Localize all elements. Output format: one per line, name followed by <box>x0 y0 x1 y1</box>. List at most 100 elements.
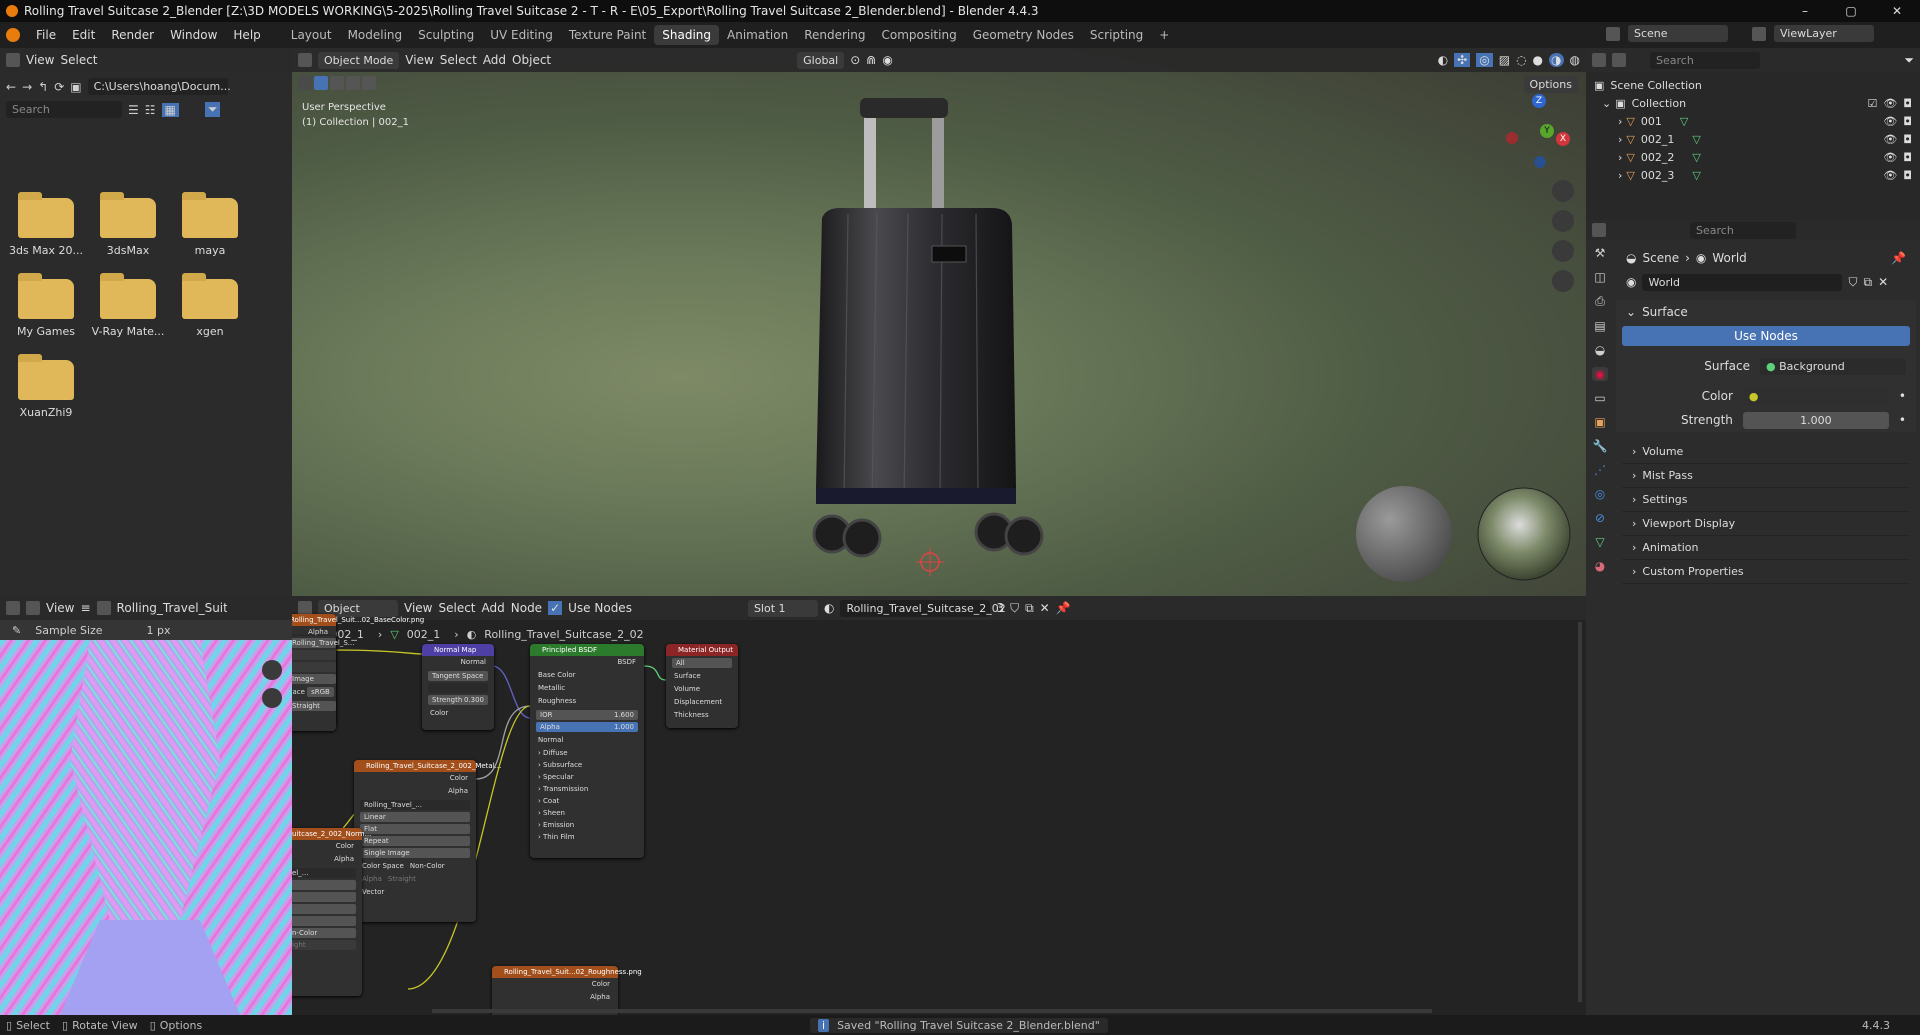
tab-modeling[interactable]: Modeling <box>340 25 411 45</box>
editor-type-icon[interactable] <box>1592 223 1606 237</box>
detail-view-icon[interactable]: ☷ <box>145 103 156 117</box>
path-field[interactable]: C:\Users\hoang\Docum... <box>87 78 231 95</box>
eye-icon[interactable]: 👁 <box>1883 133 1897 146</box>
folder-item[interactable]: V-Ray Mate... <box>88 273 168 338</box>
tab-texture-paint[interactable]: Texture Paint <box>561 25 654 45</box>
fb-menu-select[interactable]: Select <box>60 53 97 67</box>
collection-row[interactable]: ⌄ ▣ Collection ☑ 👁 ◘ <box>1594 94 1912 112</box>
scene-selector[interactable]: Scene <box>1628 25 1728 42</box>
panel-viewport-display[interactable]: › Viewport Display <box>1622 512 1910 536</box>
physics-tab-icon[interactable]: ◎ <box>1595 487 1605 501</box>
scene-icon[interactable] <box>1606 26 1620 41</box>
editor-type-icon[interactable] <box>6 601 20 615</box>
panel-mist-pass[interactable]: › Mist Pass <box>1622 464 1910 488</box>
tab-rendering[interactable]: Rendering <box>796 25 873 45</box>
tab-compositing[interactable]: Compositing <box>873 25 964 45</box>
scene-tab-icon[interactable]: ◒ <box>1595 343 1605 357</box>
save-report[interactable]: i Saved "Rolling Travel Suitcase 2_Blend… <box>810 1017 1108 1033</box>
3d-viewport[interactable]: Object Mode View Select Add Object Globa… <box>292 48 1586 596</box>
horizontal-scrollbar[interactable] <box>432 1009 1432 1013</box>
panel-emission[interactable]: › Emission <box>530 819 644 831</box>
menu-edit[interactable]: Edit <box>64 28 103 42</box>
panel-thin-film[interactable]: › Thin Film <box>530 831 644 843</box>
tab-sculpting[interactable]: Sculpting <box>410 25 482 45</box>
camera-view-icon[interactable] <box>1552 240 1574 262</box>
tab-shading[interactable]: Shading <box>654 25 719 45</box>
eye-icon[interactable]: 👁 <box>1883 169 1897 182</box>
interp-field[interactable] <box>292 650 336 660</box>
chevron-down-icon[interactable]: ⌄ <box>1602 97 1611 110</box>
maximize-icon[interactable]: ▢ <box>1828 0 1874 22</box>
surface-panel-header[interactable]: ⌄ Surface <box>1616 300 1916 324</box>
metallic-texture-node[interactable]: Rolling_Travel_Suitcase_2_002_Metal... C… <box>354 760 501 922</box>
pin-icon[interactable]: 📌 <box>1891 251 1906 265</box>
tool-tab-icon[interactable]: ⚒ <box>1595 246 1606 260</box>
vertical-scrollbar[interactable] <box>1578 622 1582 1002</box>
world-tab-icon[interactable]: ◉ <box>1591 367 1609 381</box>
gizmo-neg-x[interactable] <box>1506 132 1518 144</box>
image-name-field[interactable]: Rolling_Travel_Suitcas <box>117 601 227 615</box>
normal-map-preview[interactable] <box>0 640 292 1015</box>
tab-scripting[interactable]: Scripting <box>1082 25 1151 45</box>
tab-animation[interactable]: Animation <box>719 25 796 45</box>
outliner-object-row[interactable]: › ▽ 001 ▽ 👁 ◘ <box>1594 112 1912 130</box>
view-layer-selector[interactable]: ViewLayer <box>1774 25 1874 42</box>
fb-search-input[interactable]: Search <box>6 101 122 118</box>
outliner-object-row[interactable]: › ▽ 002_3 ▽ 👁 ◘ <box>1594 166 1912 184</box>
camera-icon[interactable]: ◘ <box>1903 115 1912 128</box>
properties-search-input[interactable]: Search <box>1690 221 1796 239</box>
checkbox-icon[interactable]: ☑ <box>1867 97 1877 110</box>
forward-icon[interactable]: → <box>22 80 32 94</box>
panel-sheen[interactable]: › Sheen <box>530 807 644 819</box>
menu-window[interactable]: Window <box>162 28 225 42</box>
principled-bsdf-node[interactable]: Principled BSDF BSDF Base Color Metallic… <box>530 644 644 858</box>
ortho-grid-icon[interactable] <box>1552 270 1574 292</box>
back-icon[interactable]: ← <box>6 80 16 94</box>
panel-specular[interactable]: › Specular <box>530 771 644 783</box>
panel-animation[interactable]: › Animation <box>1622 536 1910 560</box>
gizmo-neg-z[interactable] <box>1534 156 1546 168</box>
fb-menu-view[interactable]: View <box>26 53 54 67</box>
use-nodes-button[interactable]: Use Nodes <box>1622 326 1910 346</box>
strength-field[interactable]: 1.000 <box>1742 411 1889 429</box>
outliner-filter-icon[interactable]: ⏷ <box>1904 53 1914 68</box>
chevron-right-icon[interactable]: › <box>1618 115 1622 128</box>
folder-item[interactable]: XuanZhi9 <box>6 354 86 419</box>
color-field[interactable]: ● <box>1742 387 1889 405</box>
panel-custom-properties[interactable]: › Custom Properties <box>1622 560 1910 584</box>
normal-texture-node[interactable]: uitcase_2_002_Norm... Color Alpha el_...… <box>292 828 371 996</box>
gizmo-x-axis[interactable]: X <box>1556 132 1570 146</box>
camera-icon[interactable]: ◘ <box>1903 151 1912 164</box>
roughness-texture-node[interactable]: Rolling_Travel_Suit...02_Roughness.png C… <box>492 966 642 1015</box>
menu-render[interactable]: Render <box>103 28 162 42</box>
panel-coat[interactable]: › Coat <box>530 795 644 807</box>
constraints-tab-icon[interactable]: ⊘ <box>1595 511 1605 525</box>
zoom-icon[interactable] <box>262 660 282 680</box>
panel-volume[interactable]: › Volume <box>1622 440 1910 464</box>
blender-menu-icon[interactable] <box>6 28 20 42</box>
list-view-icon[interactable]: ☰ <box>128 103 139 117</box>
new-folder-icon[interactable]: ▣ <box>70 80 81 94</box>
eye-icon[interactable]: 👁 <box>1883 115 1897 128</box>
pan-hand-icon[interactable] <box>262 688 282 708</box>
zoom-icon[interactable] <box>1552 180 1574 202</box>
panel-subsurface[interactable]: › Subsurface <box>530 759 644 771</box>
folder-item[interactable]: My Games <box>6 273 86 338</box>
minimize-icon[interactable]: – <box>1782 0 1828 22</box>
filter-icon[interactable]: ⏷ <box>204 102 221 117</box>
chevron-right-icon[interactable]: › <box>1618 133 1622 146</box>
shader-node-editor[interactable]: Object View Select Add Node ✓ Use Nodes … <box>292 596 1586 1015</box>
display-mode-icon[interactable] <box>1612 53 1626 67</box>
material-tab-icon[interactable]: ◕ <box>1595 559 1605 573</box>
tab-layout[interactable]: Layout <box>283 25 340 45</box>
eye-icon[interactable]: 👁 <box>1883 151 1897 164</box>
sample-tool-icon[interactable]: ✎ <box>12 624 21 637</box>
collection-tab-icon[interactable]: ▭ <box>1594 391 1605 405</box>
view-layer-icon[interactable] <box>1752 26 1766 41</box>
render-tab-icon[interactable]: ◫ <box>1594 270 1605 284</box>
outliner-search-input[interactable]: Search <box>1650 51 1760 69</box>
menu-file[interactable]: File <box>28 28 64 42</box>
camera-icon[interactable]: ◘ <box>1903 97 1912 110</box>
keyframe-dot-icon[interactable]: • <box>1899 413 1906 427</box>
close-icon[interactable]: ✕ <box>1874 0 1920 22</box>
